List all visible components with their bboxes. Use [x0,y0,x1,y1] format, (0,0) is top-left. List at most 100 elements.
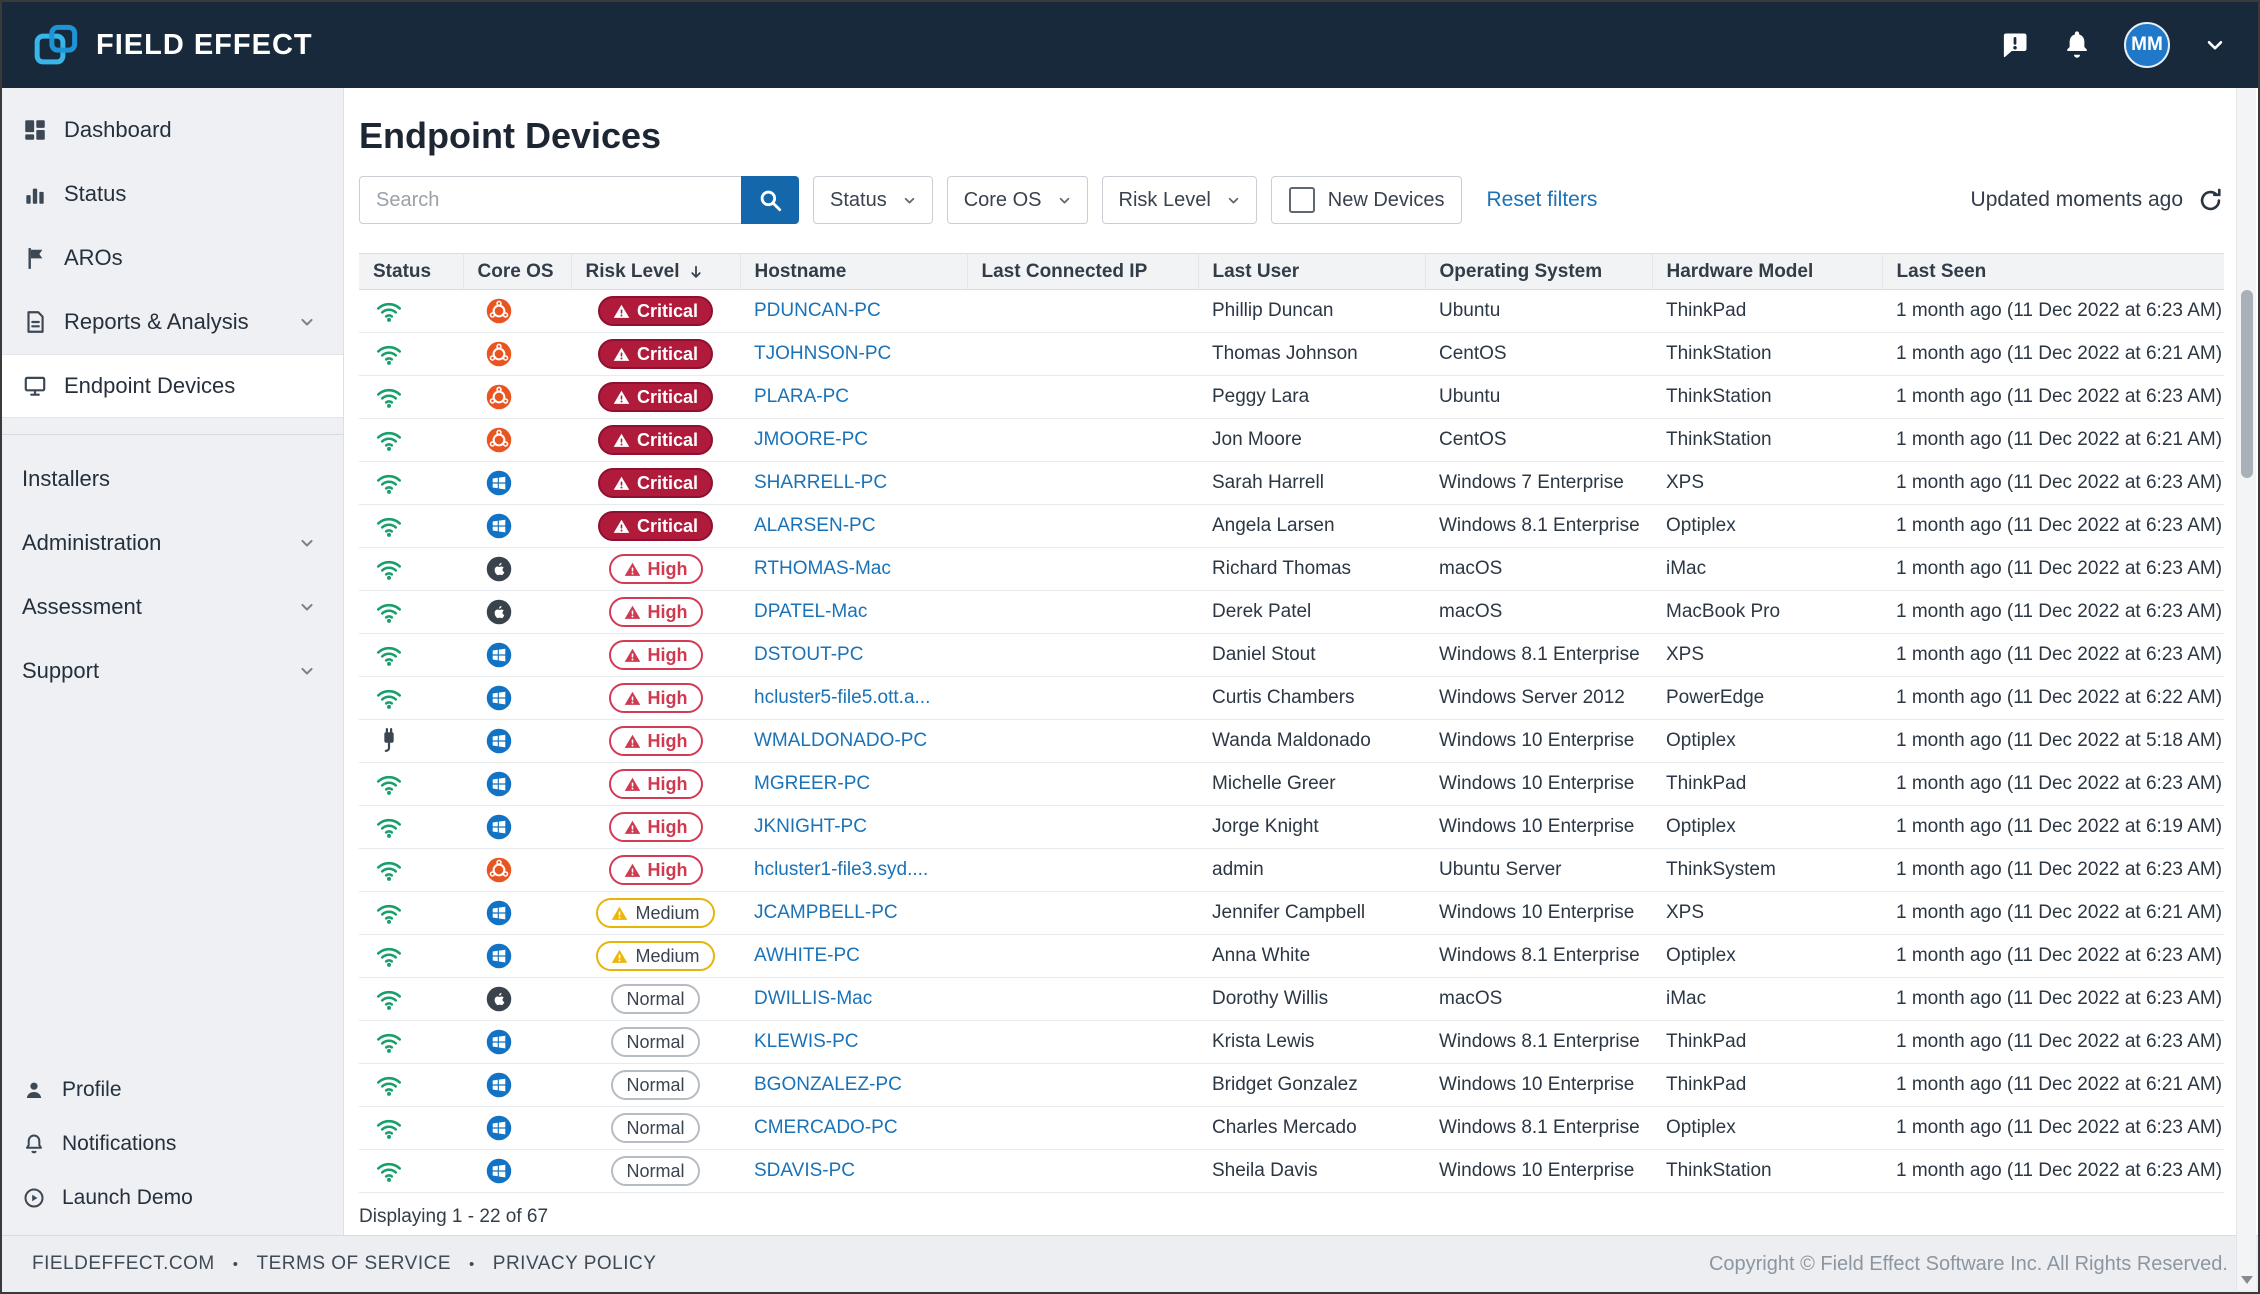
sidebar-item-reports-analysis[interactable]: Reports & Analysis [2,290,343,354]
hostname-link[interactable]: JCAMPBELL-PC [754,902,898,923]
sidebar-item-aros[interactable]: AROs [2,226,343,290]
new-devices-filter[interactable]: New Devices [1271,176,1463,224]
footer-link-terms-of-service[interactable]: TERMS OF SERVICE [257,1253,452,1275]
chevron-down-icon [297,312,317,332]
hostname-link[interactable]: hcluster5-file5.ott.a... [754,687,930,708]
last-user-cell: Phillip Duncan [1198,290,1425,333]
last-user-cell: Curtis Chambers [1198,677,1425,720]
last-connected-ip-cell [967,763,1198,806]
search-input[interactable] [359,176,741,224]
column-header-status[interactable]: Status [359,254,463,290]
hostname-link[interactable]: RTHOMAS-Mac [754,558,891,579]
sidebar-item-administration[interactable]: Administration [2,511,343,575]
hostname-link[interactable]: CMERCADO-PC [754,1117,898,1138]
wifi-status-icon [375,383,455,411]
last-connected-ip-cell [967,505,1198,548]
hostname-link[interactable]: DWILLIS-Mac [754,988,872,1009]
scrollbar-arrow-down-icon[interactable] [2241,1276,2253,1284]
last-connected-ip-cell [967,333,1198,376]
last-connected-ip-cell [967,290,1198,333]
last-connected-ip-cell [967,1064,1198,1107]
refresh-icon[interactable] [2197,187,2224,214]
hostname-link[interactable]: TJOHNSON-PC [754,343,891,364]
wifi-status-icon [375,1071,455,1099]
hostname-link[interactable]: SHARRELL-PC [754,472,887,493]
hostname-link[interactable]: JKNIGHT-PC [754,816,867,837]
hardware-model-cell: Optiplex [1652,935,1882,978]
filter-dropdown-core-os[interactable]: Core OS [947,176,1088,224]
os-windows-icon [485,1071,563,1099]
sidebar-item-label: Reports & Analysis [64,309,281,335]
alert-bubble-icon[interactable] [2000,30,2030,60]
sidebar-item-support[interactable]: Support [2,639,343,703]
last-connected-ip-cell [967,892,1198,935]
bell-icon[interactable] [2062,30,2092,60]
footer-link-fieldeffect-com[interactable]: FIELDEFFECT.COM [32,1253,215,1275]
filter-dropdown-status[interactable]: Status [813,176,933,224]
hostname-link[interactable]: SDAVIS-PC [754,1160,855,1181]
avatar[interactable]: MM [2124,22,2170,68]
flag-icon [22,245,48,271]
hostname-link[interactable]: BGONZALEZ-PC [754,1074,902,1095]
column-header-hostname[interactable]: Hostname [740,254,967,290]
operating-system-cell: Windows Server 2012 [1425,677,1652,720]
last-user-cell: Jennifer Campbell [1198,892,1425,935]
new-devices-checkbox[interactable] [1289,187,1315,213]
sidebar-item-notifications[interactable]: Notifications [2,1117,343,1171]
sidebar-item-profile[interactable]: Profile [2,1063,343,1117]
hostname-link[interactable]: PLARA-PC [754,386,849,407]
search-button[interactable] [741,176,799,224]
sidebar-item-launch-demo[interactable]: Launch Demo [2,1171,343,1225]
os-apple-icon [485,985,563,1013]
hostname-link[interactable]: MGREER-PC [754,773,870,794]
sidebar-item-status[interactable]: Status [2,162,343,226]
last-user-cell: Jon Moore [1198,419,1425,462]
wifi-status-icon [375,512,455,540]
last-user-cell: Daniel Stout [1198,634,1425,677]
column-header-risk-level[interactable]: Risk Level [571,254,740,290]
hostname-link[interactable]: JMOORE-PC [754,429,868,450]
footer-link-privacy-policy[interactable]: PRIVACY POLICY [493,1253,657,1275]
scrollbar-thumb[interactable] [2241,290,2253,478]
os-windows-icon [485,942,563,970]
chevron-down-icon[interactable] [2202,32,2228,58]
reset-filters-link[interactable]: Reset filters [1486,188,1597,212]
hostname-link[interactable]: AWHITE-PC [754,945,860,966]
last-seen-cell: 1 month ago (11 Dec 2022 at 6:21 AM) [1882,892,2224,935]
risk-badge-high: High [609,683,703,713]
last-seen-cell: 1 month ago (11 Dec 2022 at 6:23 AM) [1882,591,2224,634]
hostname-link[interactable]: DSTOUT-PC [754,644,863,665]
column-header-last-seen[interactable]: Last Seen [1882,254,2224,290]
column-header-hardware-model[interactable]: Hardware Model [1652,254,1882,290]
wifi-status-icon [375,899,455,927]
scrollbar[interactable] [2236,88,2256,1290]
sidebar-item-dashboard[interactable]: Dashboard [2,98,343,162]
last-user-cell: Charles Mercado [1198,1107,1425,1150]
hostname-link[interactable]: ALARSEN-PC [754,515,875,536]
filter-dropdown-risk-level[interactable]: Risk Level [1102,176,1257,224]
hardware-model-cell: ThinkPad [1652,763,1882,806]
column-header-last-user[interactable]: Last User [1198,254,1425,290]
brand[interactable]: FIELD EFFECT [32,20,313,70]
hostname-link[interactable]: PDUNCAN-PC [754,300,881,321]
wifi-status-icon [375,1157,455,1185]
chevron-down-icon [297,533,317,553]
operating-system-cell: Windows 8.1 Enterprise [1425,935,1652,978]
sidebar-item-assessment[interactable]: Assessment [2,575,343,639]
sidebar-item-endpoint-devices[interactable]: Endpoint Devices [2,354,343,418]
hostname-link[interactable]: WMALDONADO-PC [754,730,927,751]
hostname-link[interactable]: hcluster1-file3.syd.... [754,859,928,880]
dropdown-label: Status [830,189,887,212]
column-header-core-os[interactable]: Core OS [463,254,571,290]
last-user-cell: Jorge Knight [1198,806,1425,849]
column-header-last-connected-ip[interactable]: Last Connected IP [967,254,1198,290]
last-seen-cell: 1 month ago (11 Dec 2022 at 6:23 AM) [1882,1150,2224,1193]
risk-badge-normal: Normal [611,1156,699,1186]
hostname-link[interactable]: KLEWIS-PC [754,1031,859,1052]
sidebar-item-installers[interactable]: Installers [2,447,343,511]
column-header-operating-system[interactable]: Operating System [1425,254,1652,290]
risk-badge-high: High [609,855,703,885]
hostname-link[interactable]: DPATEL-Mac [754,601,867,622]
hardware-model-cell: ThinkPad [1652,1021,1882,1064]
risk-badge-normal: Normal [611,1070,699,1100]
